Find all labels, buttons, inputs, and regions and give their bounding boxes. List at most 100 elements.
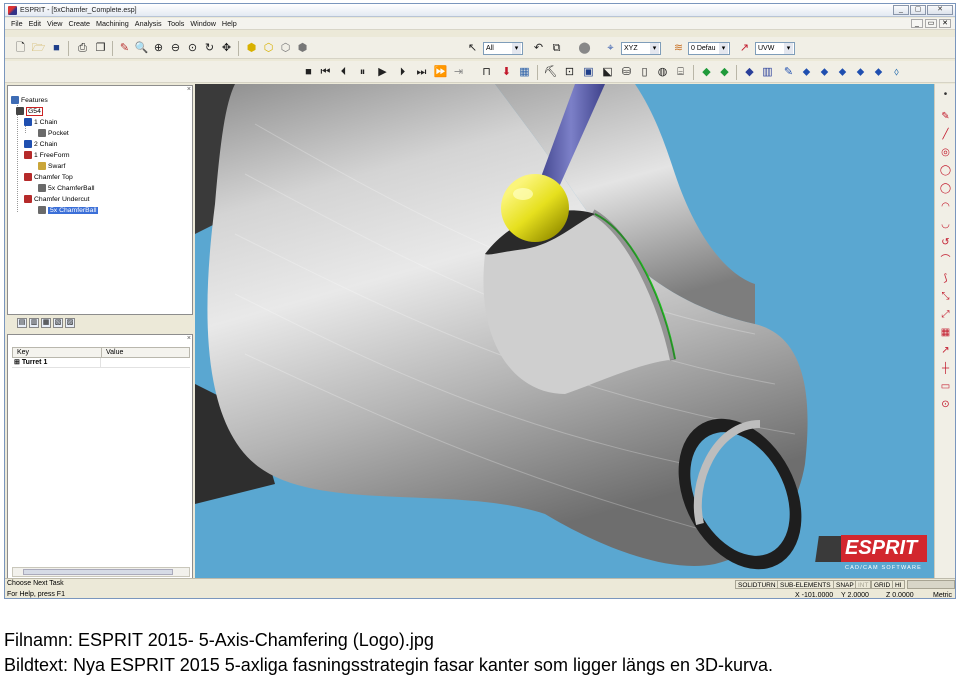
cross-icon[interactable]: ┼ bbox=[938, 362, 953, 376]
offset-icon[interactable]: ⤢ bbox=[938, 308, 953, 322]
tree-item-chain-2[interactable]: 2 Chain bbox=[24, 139, 57, 149]
doc-restore-button[interactable]: ▭ bbox=[925, 19, 937, 28]
rectangle-icon[interactable]: ▭ bbox=[938, 380, 953, 394]
tab-layers-icon[interactable]: ▧ bbox=[53, 318, 63, 328]
solid-green-2-icon[interactable]: ◆ bbox=[717, 65, 732, 80]
sim-prev-icon[interactable]: ⏴ bbox=[336, 65, 351, 80]
arc-icon[interactable]: ◠ bbox=[938, 200, 953, 214]
mode-int[interactable]: INT bbox=[855, 580, 872, 589]
stock-icon[interactable]: ▦ bbox=[517, 65, 532, 80]
stop-icon[interactable]: ⬤ bbox=[577, 41, 592, 56]
menu-create[interactable]: Create bbox=[68, 19, 90, 28]
extend-icon[interactable]: ⤡ bbox=[938, 290, 953, 304]
new-file-icon[interactable]: 🗋 bbox=[13, 41, 28, 56]
menu-analysis[interactable]: Analysis bbox=[135, 19, 162, 28]
print-icon[interactable]: ⎙ bbox=[75, 41, 90, 56]
arc-point-icon[interactable]: ◡ bbox=[938, 218, 953, 232]
sim-last-icon[interactable]: ⏭ bbox=[414, 65, 429, 80]
copy-icon[interactable]: ❐ bbox=[93, 41, 108, 56]
zoom-in-icon[interactable]: ⊕ bbox=[151, 41, 166, 56]
sim-options-icon[interactable]: ⇥ bbox=[451, 65, 466, 80]
save-icon[interactable]: ■ bbox=[49, 41, 64, 56]
circle-icon[interactable]: ◯ bbox=[938, 164, 953, 178]
hidden-lines-icon[interactable]: ⬢ bbox=[295, 41, 310, 56]
tool-blue-6-icon[interactable]: ⬥ bbox=[871, 65, 886, 80]
dot-icon[interactable]: • bbox=[938, 88, 953, 102]
tool-icon[interactable]: ⊓ bbox=[479, 65, 494, 80]
tree-item-pocket[interactable]: Pocket bbox=[38, 128, 69, 138]
tree-item-chamferball-2[interactable]: 5x ChamferBall bbox=[38, 205, 99, 215]
fixture-icon[interactable]: ⌸ bbox=[673, 65, 688, 80]
open-folder-icon[interactable]: 🗁 bbox=[31, 41, 46, 56]
zoom-fit-icon[interactable]: ⊙ bbox=[185, 41, 200, 56]
tree-item-chamfer-undercut[interactable]: Chamfer Undercut bbox=[24, 194, 90, 204]
sim-step-icon[interactable]: ⏩ bbox=[433, 65, 448, 80]
mode-sub-elements[interactable]: SUB-ELEMENTS bbox=[777, 580, 834, 589]
undo-icon[interactable]: ↶ bbox=[531, 41, 546, 56]
sim-first-icon[interactable]: ⏮ bbox=[318, 65, 333, 80]
tab-operations-icon[interactable]: ▥ bbox=[29, 318, 39, 328]
mode-solidturn[interactable]: SOLIDTURN bbox=[735, 580, 779, 589]
target-icon[interactable]: ⊙ bbox=[938, 398, 953, 412]
solid-green-icon[interactable]: ◆ bbox=[699, 65, 714, 80]
menu-machining[interactable]: Machining bbox=[96, 19, 129, 28]
spindle-icon[interactable]: ⬇ bbox=[499, 65, 514, 80]
wireframe-icon[interactable]: ⬡ bbox=[278, 41, 293, 56]
table-row[interactable]: ⊞ Turret 1 bbox=[12, 358, 190, 368]
tab-tools-icon[interactable]: ▦ bbox=[41, 318, 51, 328]
sim-play-icon[interactable]: ▶ bbox=[375, 65, 390, 80]
tree-root[interactable]: Features bbox=[11, 95, 48, 105]
pan-icon[interactable]: ✎ bbox=[117, 41, 132, 56]
scrollbar-thumb[interactable] bbox=[23, 569, 173, 575]
measure-icon[interactable]: ⛏ bbox=[543, 65, 558, 80]
arrow-line-icon[interactable]: ↗ bbox=[938, 344, 953, 358]
tree-item-chamferball-1[interactable]: 5x ChamferBall bbox=[38, 183, 94, 193]
close-button[interactable]: ✕ bbox=[927, 5, 953, 15]
graphics-viewport[interactable]: ESPRIT CAD/CAM SOFTWARE bbox=[195, 84, 935, 580]
fillet-icon[interactable]: ⌒ bbox=[938, 254, 953, 268]
menu-window[interactable]: Window bbox=[190, 19, 216, 28]
select-arrow-icon[interactable]: ↖ bbox=[465, 41, 480, 56]
move-view-icon[interactable]: ✥ bbox=[219, 41, 234, 56]
workplane-icon[interactable]: ↗ bbox=[737, 41, 752, 56]
tree-item-chamfer-top[interactable]: Chamfer Top bbox=[24, 172, 73, 182]
line-weight-indicator[interactable] bbox=[907, 580, 955, 589]
panel-close-icon[interactable]: × bbox=[187, 86, 191, 93]
window-select-icon[interactable]: ⧉ bbox=[549, 41, 564, 56]
menu-view[interactable]: View bbox=[47, 19, 62, 28]
circle-2-icon[interactable]: ◯ bbox=[938, 182, 953, 196]
mode-hi[interactable]: HI bbox=[892, 580, 905, 589]
save-sim-icon[interactable]: ▣ bbox=[581, 65, 596, 80]
circle-point-icon[interactable]: ◎ bbox=[938, 146, 953, 160]
plane-select[interactable]: XYZ bbox=[621, 42, 661, 55]
menu-file[interactable]: File bbox=[11, 19, 23, 28]
zoom-window-icon[interactable]: 🔍 bbox=[134, 41, 149, 56]
trim-icon[interactable]: ⟆ bbox=[938, 272, 953, 286]
sim-next-icon[interactable]: ⏵ bbox=[395, 65, 410, 80]
hatch-icon[interactable]: ▦ bbox=[938, 326, 953, 340]
tool-blue-5-icon[interactable]: ⬥ bbox=[853, 65, 868, 80]
tool-blue-7-icon[interactable]: ⬨ bbox=[889, 65, 904, 80]
pen-icon[interactable]: ✎ bbox=[938, 110, 953, 124]
tree-item-swarf[interactable]: Swarf bbox=[38, 161, 65, 171]
sim-stop-icon[interactable]: ■ bbox=[301, 65, 316, 80]
sim-pause-icon[interactable]: ⏸ bbox=[355, 65, 370, 80]
filter-select[interactable]: All bbox=[483, 42, 523, 55]
solid-blue-icon[interactable]: ◆ bbox=[742, 65, 757, 80]
panel-close-icon[interactable]: × bbox=[187, 335, 191, 342]
camera-icon[interactable]: ⬕ bbox=[600, 65, 615, 80]
tool-blue-3-icon[interactable]: ⬥ bbox=[817, 65, 832, 80]
solid-blue-2-icon[interactable]: ▥ bbox=[760, 65, 775, 80]
tool-blue-4-icon[interactable]: ⬥ bbox=[835, 65, 850, 80]
line-icon[interactable]: ╱ bbox=[938, 128, 953, 142]
dimension-icon[interactable]: ⊡ bbox=[562, 65, 577, 80]
doc-minimize-button[interactable]: _ bbox=[911, 19, 923, 28]
mode-snap[interactable]: SNAP bbox=[833, 580, 857, 589]
shaded-edges-icon[interactable]: ⬡ bbox=[261, 41, 276, 56]
zoom-out-icon[interactable]: ⊖ bbox=[168, 41, 183, 56]
tool-blue-icon[interactable]: ✎ bbox=[781, 65, 796, 80]
tree-item-g54[interactable]: G54 bbox=[16, 106, 43, 116]
menu-help[interactable]: Help bbox=[222, 19, 237, 28]
sphere-icon[interactable]: ◍ bbox=[655, 65, 670, 80]
layer-icon[interactable]: ≋ bbox=[671, 41, 686, 56]
